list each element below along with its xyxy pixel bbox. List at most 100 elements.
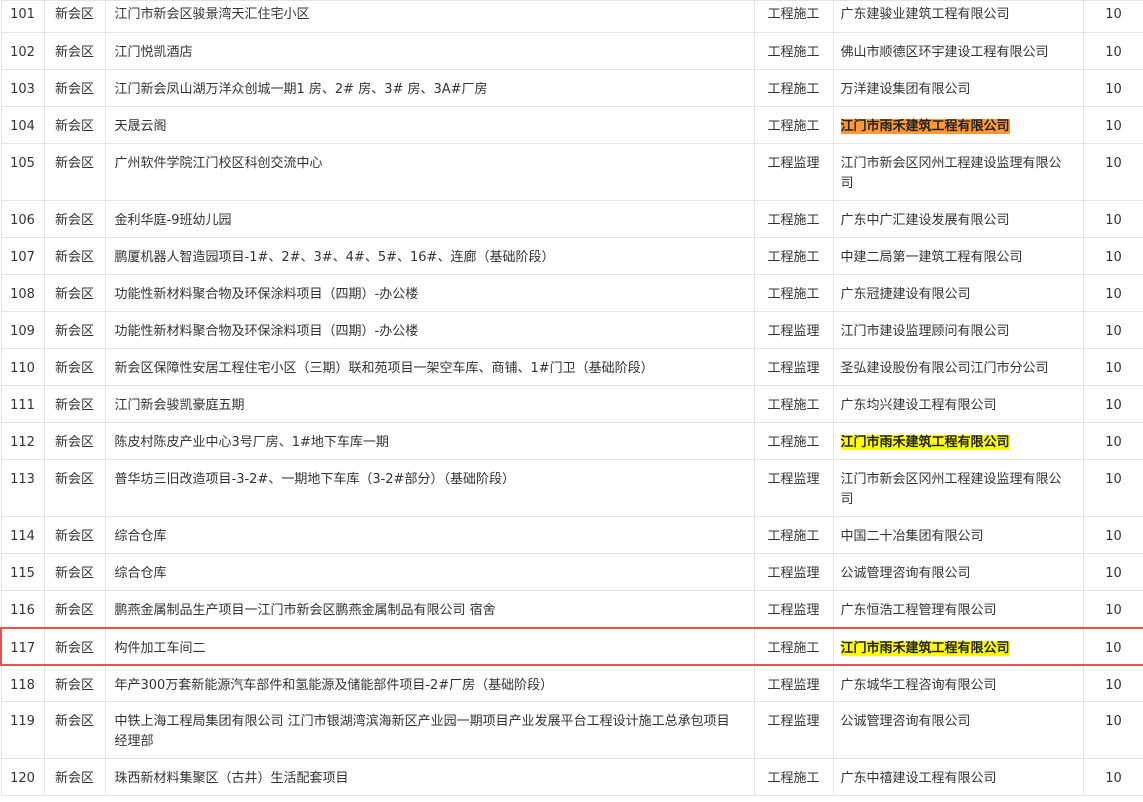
score-cell: 10 (1082, 200, 1143, 238)
district-cell: 新会区 (43, 553, 106, 591)
table-row-selected[interactable]: 117 新会区 构件加工车间二 工程施工 江门市雨禾建筑工程有限公司 10 (0, 626, 1143, 666)
company-name: 广东恒浩工程管理有限公司 (840, 603, 997, 618)
type-cell: 工程施工 (753, 0, 834, 33)
district-cell: 新会区 (43, 385, 106, 423)
table-row: 110 新会区 新会区保障性安居工程住宅小区（三期）联和苑项目一架空车库、商铺、… (0, 348, 1143, 386)
score-cell: 10 (1082, 701, 1143, 759)
type-cell: 工程监理 (753, 348, 834, 386)
project-cell: 构件加工车间二 (104, 626, 755, 666)
score-cell: 10 (1082, 106, 1143, 144)
type-cell: 工程监理 (753, 459, 834, 517)
row-number: 107 (0, 237, 45, 275)
score-cell: 10 (1082, 311, 1143, 349)
project-cell: 年产300万套新能源汽车部件和氢能源及储能部件项目-2#厂房（基础阶段） (104, 664, 755, 702)
table-row: 119 新会区 中铁上海工程局集团有限公司 江门市银湖湾滨海新区产业园一期项目产… (0, 701, 1143, 759)
project-cell: 鹏厦机器人智造园项目-1#、2#、3#、4#、5#、16#、连廊（基础阶段） (104, 237, 755, 275)
district-cell: 新会区 (43, 237, 106, 275)
project-cell: 鹏燕金属制品生产项目一江门市新会区鹏燕金属制品有限公司 宿舍 (104, 590, 755, 628)
score-cell: 10 (1082, 422, 1143, 460)
project-cell: 功能性新材料聚合物及环保涂料项目（四期）-办公楼 (104, 311, 755, 349)
company-name: 公诚管理咨询有限公司 (840, 714, 971, 729)
project-cell: 中铁上海工程局集团有限公司 江门市银湖湾滨海新区产业园一期项目产业发展平台工程设… (104, 701, 755, 759)
type-cell: 工程施工 (753, 385, 834, 423)
score-cell: 10 (1082, 553, 1143, 591)
table-row: 108 新会区 功能性新材料聚合物及环保涂料项目（四期）-办公楼 工程施工 广东… (0, 274, 1143, 312)
company-cell: 广东恒浩工程管理有限公司 (832, 590, 1084, 628)
score-cell: 10 (1082, 459, 1143, 517)
type-cell: 工程监理 (753, 553, 834, 591)
district-cell: 新会区 (43, 106, 106, 144)
company-cell: 江门市新会区冈州工程建设监理有限公司 (832, 459, 1084, 517)
type-cell: 工程施工 (753, 106, 834, 144)
district-cell: 新会区 (43, 664, 106, 702)
type-cell: 工程监理 (753, 143, 834, 201)
type-cell: 工程施工 (753, 32, 834, 70)
score-cell: 10 (1082, 516, 1143, 554)
row-number: 110 (0, 348, 45, 386)
type-cell: 工程施工 (753, 237, 834, 275)
row-number: 120 (0, 758, 45, 796)
company-name: 江门市新会区冈州工程建设监理有限公司 (840, 472, 1062, 507)
row-number: 119 (0, 701, 45, 759)
table-row: 113 新会区 普华坊三旧改造项目-3-2#、一期地下车库（3-2#部分）（基础… (0, 459, 1143, 517)
table-row: 116 新会区 鹏燕金属制品生产项目一江门市新会区鹏燕金属制品有限公司 宿舍 工… (0, 590, 1143, 628)
row-number: 101 (0, 0, 45, 33)
district-cell: 新会区 (43, 701, 106, 759)
company-cell: 中国二十冶集团有限公司 (832, 516, 1084, 554)
company-name: 佛山市顺德区环宇建设工程有限公司 (840, 45, 1049, 60)
project-cell: 珠西新材料集聚区（古井）生活配套项目 (104, 758, 755, 796)
table-row: 115 新会区 综合仓库 工程监理 公诚管理咨询有限公司 10 (0, 553, 1143, 591)
row-number: 115 (0, 553, 45, 591)
score-cell: 10 (1082, 385, 1143, 423)
row-number: 116 (0, 590, 45, 628)
row-number: 105 (0, 143, 45, 201)
score-cell: 10 (1082, 590, 1143, 628)
table-row: 107 新会区 鹏厦机器人智造园项目-1#、2#、3#、4#、5#、16#、连廊… (0, 237, 1143, 275)
project-cell: 金利华庭-9班幼儿园 (104, 200, 755, 238)
district-cell: 新会区 (43, 516, 106, 554)
type-cell: 工程施工 (753, 200, 834, 238)
score-table: 101 新会区 江门市新会区骏景湾天汇住宅小区 工程施工 广东建骏业建筑工程有限… (0, 0, 1143, 796)
row-number: 102 (0, 32, 45, 70)
project-cell: 江门新会骏凯豪庭五期 (104, 385, 755, 423)
project-cell: 陈皮村陈皮产业中心3号厂房、1#地下车库一期 (104, 422, 755, 460)
row-number: 104 (0, 106, 45, 144)
project-cell: 江门新会凤山湖万洋众创城一期1 房、2# 房、3# 房、3A#厂房 (104, 69, 755, 107)
project-cell: 新会区保障性安居工程住宅小区（三期）联和苑项目一架空车库、商铺、1#门卫（基础阶… (104, 348, 755, 386)
project-cell: 江门市新会区骏景湾天汇住宅小区 (104, 0, 755, 33)
company-name: 广东中广汇建设发展有限公司 (840, 213, 1010, 228)
table-row: 103 新会区 江门新会凤山湖万洋众创城一期1 房、2# 房、3# 房、3A#厂… (0, 69, 1143, 107)
row-number: 111 (0, 385, 45, 423)
district-cell: 新会区 (43, 348, 106, 386)
company-cell: 广东中广汇建设发展有限公司 (832, 200, 1084, 238)
company-name: 广东建骏业建筑工程有限公司 (840, 7, 1010, 22)
company-cell: 佛山市顺德区环宇建设工程有限公司 (832, 32, 1084, 70)
project-cell: 普华坊三旧改造项目-3-2#、一期地下车库（3-2#部分）（基础阶段） (104, 459, 755, 517)
table-row: 120 新会区 珠西新材料集聚区（古井）生活配套项目 工程施工 广东中禧建设工程… (0, 758, 1143, 796)
type-cell: 工程监理 (753, 664, 834, 702)
district-cell: 新会区 (43, 459, 106, 517)
company-name: 广东中禧建设工程有限公司 (840, 771, 997, 786)
company-cell: 广东冠捷建设有限公司 (832, 274, 1084, 312)
company-name: 广东均兴建设工程有限公司 (840, 398, 997, 413)
table-row: 112 新会区 陈皮村陈皮产业中心3号厂房、1#地下车库一期 工程施工 江门市雨… (0, 422, 1143, 460)
company-name: 江门市新会区冈州工程建设监理有限公司 (840, 156, 1062, 191)
project-cell: 综合仓库 (104, 553, 755, 591)
project-cell: 功能性新材料聚合物及环保涂料项目（四期）-办公楼 (104, 274, 755, 312)
district-cell: 新会区 (43, 626, 106, 666)
company-name: 中国二十冶集团有限公司 (840, 529, 984, 544)
district-cell: 新会区 (43, 32, 106, 70)
score-cell: 10 (1082, 348, 1143, 386)
company-name: 公诚管理咨询有限公司 (840, 566, 971, 581)
table-row: 109 新会区 功能性新材料聚合物及环保涂料项目（四期）-办公楼 工程监理 江门… (0, 311, 1143, 349)
table-row: 101 新会区 江门市新会区骏景湾天汇住宅小区 工程施工 广东建骏业建筑工程有限… (0, 0, 1143, 33)
row-number: 109 (0, 311, 45, 349)
score-cell: 10 (1082, 274, 1143, 312)
table-row: 111 新会区 江门新会骏凯豪庭五期 工程施工 广东均兴建设工程有限公司 10 (0, 385, 1143, 423)
type-cell: 工程监理 (753, 590, 834, 628)
score-cell: 10 (1082, 143, 1143, 201)
company-cell: 江门市新会区冈州工程建设监理有限公司 (832, 143, 1084, 201)
score-cell: 10 (1082, 664, 1143, 702)
row-number: 114 (0, 516, 45, 554)
type-cell: 工程监理 (753, 311, 834, 349)
